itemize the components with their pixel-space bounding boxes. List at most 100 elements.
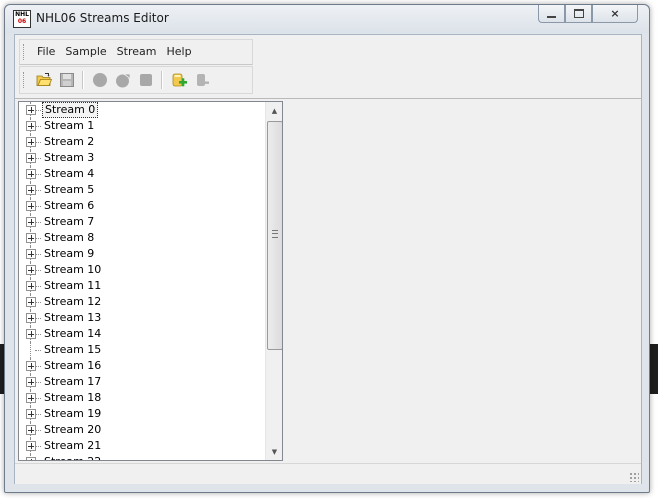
tree-item[interactable]: Stream 9 (19, 246, 264, 262)
tree-item[interactable]: Stream 5 (19, 182, 264, 198)
tree-item[interactable]: Stream 7 (19, 214, 264, 230)
tree-item-label: Stream 3 (44, 151, 95, 164)
tree-item-label: Stream 20 (44, 423, 102, 436)
scroll-down-arrow-icon[interactable]: ▼ (266, 443, 282, 460)
title-bar[interactable]: NHL 06 NHL06 Streams Editor × (5, 5, 649, 33)
expand-plus-icon[interactable] (26, 217, 36, 227)
tool-strip (19, 66, 253, 94)
tree-item[interactable]: Stream 3 (19, 150, 264, 166)
expand-plus-icon[interactable] (26, 313, 36, 323)
tree-item[interactable]: Stream 17 (19, 374, 264, 390)
expand-plus-icon[interactable] (26, 457, 36, 460)
tree-item[interactable]: Stream 0 (19, 102, 264, 118)
app-icon-text-top: NHL (15, 11, 29, 18)
resize-grip-icon[interactable] (629, 472, 639, 482)
tree-item-label: Stream 10 (44, 263, 102, 276)
tree-item[interactable]: Stream 16 (19, 358, 264, 374)
tree-item[interactable]: Stream 11 (19, 278, 264, 294)
toolbar-container: File Sample Stream Help (15, 35, 641, 99)
tree-item[interactable]: Stream 19 (19, 406, 264, 422)
tree-item-label: Stream 14 (44, 327, 102, 340)
menu-stream[interactable]: Stream (112, 44, 162, 60)
record-button[interactable] (89, 70, 110, 91)
tree-item-label: Stream 4 (44, 167, 95, 180)
caption-buttons: × (538, 5, 638, 24)
expand-plus-icon[interactable] (26, 329, 36, 339)
menu-grip[interactable] (23, 44, 27, 60)
toolbar-separator (161, 71, 163, 89)
menu-sample[interactable]: Sample (60, 44, 111, 60)
scroll-thumb[interactable] (267, 121, 282, 350)
tree-item[interactable]: Stream 6 (19, 198, 264, 214)
minimize-icon (547, 15, 556, 18)
expand-plus-icon[interactable] (26, 201, 36, 211)
scroll-up-arrow-icon[interactable]: ▲ (266, 102, 282, 119)
tree-item-label: Stream 18 (44, 391, 102, 404)
expand-plus-icon[interactable] (26, 441, 36, 451)
redo-button[interactable] (112, 70, 133, 91)
tree-item-label: Stream 21 (44, 439, 102, 452)
tree-item-label: Stream 6 (44, 199, 95, 212)
expand-plus-icon[interactable] (26, 121, 36, 131)
expand-plus-icon[interactable] (26, 377, 36, 387)
expand-plus-icon[interactable] (26, 409, 36, 419)
tree-item[interactable]: Stream 13 (19, 310, 264, 326)
expand-plus-icon[interactable] (26, 281, 36, 291)
stream-tree-list: Stream 0 Stream 1 Stream 2 Stream 3 Stream 4… (19, 102, 264, 460)
menu-file[interactable]: File (32, 44, 60, 60)
app-logo-icon: NHL 06 (13, 10, 31, 28)
tree-item-label: Stream 8 (44, 231, 95, 244)
tree-item[interactable]: Stream 4 (19, 166, 264, 182)
tree-item[interactable]: Stream 21 (19, 438, 264, 454)
tree-item-label: Stream 16 (44, 359, 102, 372)
tree-item-label: Stream 7 (44, 215, 95, 228)
tree-item[interactable]: Stream 15 (19, 342, 264, 358)
redo-icon (115, 73, 130, 88)
tree-item-label: Stream 5 (44, 183, 95, 196)
remove-stream-button[interactable] (191, 70, 212, 91)
add-stream-button[interactable] (168, 70, 189, 91)
status-bar (15, 463, 641, 484)
tree-item[interactable]: Stream 14 (19, 326, 264, 342)
stream-tree-view[interactable]: Stream 0 Stream 1 Stream 2 Stream 3 Stream 4… (18, 101, 283, 461)
expand-plus-icon[interactable] (26, 233, 36, 243)
expand-plus-icon[interactable] (26, 361, 36, 371)
client-area: File Sample Stream Help Stream 0 Stream … (14, 34, 642, 484)
tree-item[interactable]: Stream 22 (19, 454, 264, 460)
expand-plus-icon[interactable] (26, 185, 36, 195)
expand-plus-icon[interactable] (26, 425, 36, 435)
tree-item-label: Stream 9 (44, 247, 95, 260)
tree-item[interactable]: Stream 2 (19, 134, 264, 150)
expand-plus-icon[interactable] (26, 153, 36, 163)
tree-item[interactable]: Stream 10 (19, 262, 264, 278)
app-icon-text-bottom: 06 (17, 18, 27, 25)
tree-item[interactable]: Stream 8 (19, 230, 264, 246)
save-button[interactable] (56, 70, 77, 91)
window-title: NHL06 Streams Editor (36, 11, 169, 25)
add-stream-icon (172, 73, 187, 87)
expand-plus-icon[interactable] (26, 137, 36, 147)
expand-plus-icon[interactable] (26, 297, 36, 307)
open-folder-icon (36, 73, 52, 86)
tree-item[interactable]: Stream 18 (19, 390, 264, 406)
tree-item[interactable]: Stream 20 (19, 422, 264, 438)
expand-plus-icon[interactable] (26, 169, 36, 179)
close-button[interactable]: × (592, 5, 638, 23)
tree-item[interactable]: Stream 12 (19, 294, 264, 310)
tree-item-label: Stream 22 (42, 454, 103, 460)
menu-help[interactable]: Help (161, 44, 196, 60)
expand-plus-icon[interactable] (26, 393, 36, 403)
expand-plus-icon[interactable] (26, 249, 36, 259)
maximize-icon (573, 9, 584, 18)
tree-item[interactable]: Stream 1 (19, 118, 264, 134)
vertical-scrollbar[interactable]: ▲ ▼ (265, 102, 282, 460)
maximize-button[interactable] (565, 5, 592, 23)
toolstrip-grip[interactable] (23, 72, 27, 88)
expand-plus-icon[interactable] (26, 105, 36, 115)
tree-item-label: Stream 0 (42, 102, 99, 118)
open-button[interactable] (33, 70, 54, 91)
minimize-button[interactable] (538, 5, 565, 23)
expand-plus-icon[interactable] (26, 265, 36, 275)
toolbar-separator (82, 71, 84, 89)
stop-button[interactable] (135, 70, 156, 91)
